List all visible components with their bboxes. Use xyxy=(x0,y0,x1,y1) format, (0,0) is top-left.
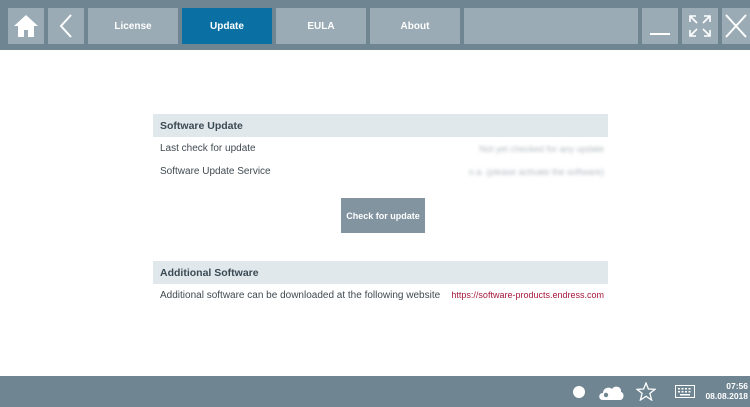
taskbar: 07:56 08.08.2018 xyxy=(0,376,750,407)
minimize-button[interactable] xyxy=(642,8,678,44)
star-icon[interactable] xyxy=(635,381,657,406)
tab-about-label: About xyxy=(400,20,430,32)
close-button[interactable] xyxy=(722,8,750,44)
additional-software-header: Additional Software xyxy=(153,261,608,284)
circle-icon[interactable] xyxy=(572,385,586,404)
software-products-link[interactable]: https://software-products.endress.com xyxy=(451,290,604,300)
maximize-button[interactable] xyxy=(682,8,718,44)
software-update-title: Software Update xyxy=(160,119,243,132)
system-clock: 07:56 08.08.2018 xyxy=(705,381,748,401)
tab-license-label: License xyxy=(114,20,152,32)
tab-eula-label: EULA xyxy=(307,20,335,32)
keyboard-icon[interactable] xyxy=(675,385,695,403)
update-service-label: Software Update Service xyxy=(160,166,271,177)
tab-eula[interactable]: EULA xyxy=(276,8,366,44)
cloud-icon[interactable] xyxy=(597,383,625,406)
check-for-update-button[interactable]: Check for update xyxy=(341,198,425,233)
update-service-value: n.a. (please activate the software) xyxy=(468,167,604,177)
home-icon xyxy=(14,15,38,37)
close-icon xyxy=(725,14,747,38)
clock-date: 08.08.2018 xyxy=(705,391,748,401)
clock-time: 07:56 xyxy=(726,381,748,391)
tab-update[interactable]: Update xyxy=(182,8,272,44)
tab-update-label: Update xyxy=(210,20,244,32)
software-update-header: Software Update xyxy=(153,114,608,137)
last-check-value: Not yet checked for any update xyxy=(479,144,604,154)
top-bar: License Update EULA About xyxy=(0,0,750,50)
additional-software-text: Additional software can be downloaded at… xyxy=(160,290,441,301)
tab-license[interactable]: License xyxy=(88,8,178,44)
additional-software-title: Additional Software xyxy=(160,266,259,279)
tab-about[interactable]: About xyxy=(370,8,460,44)
tab-bar-spacer xyxy=(464,8,638,44)
expand-icon xyxy=(689,15,711,37)
app-window: License Update EULA About Software Updat… xyxy=(0,0,750,407)
chevron-left-icon xyxy=(59,14,72,38)
minimize-icon xyxy=(650,33,670,35)
home-button[interactable] xyxy=(8,8,44,44)
back-button[interactable] xyxy=(48,8,84,44)
last-check-label: Last check for update xyxy=(160,143,256,154)
